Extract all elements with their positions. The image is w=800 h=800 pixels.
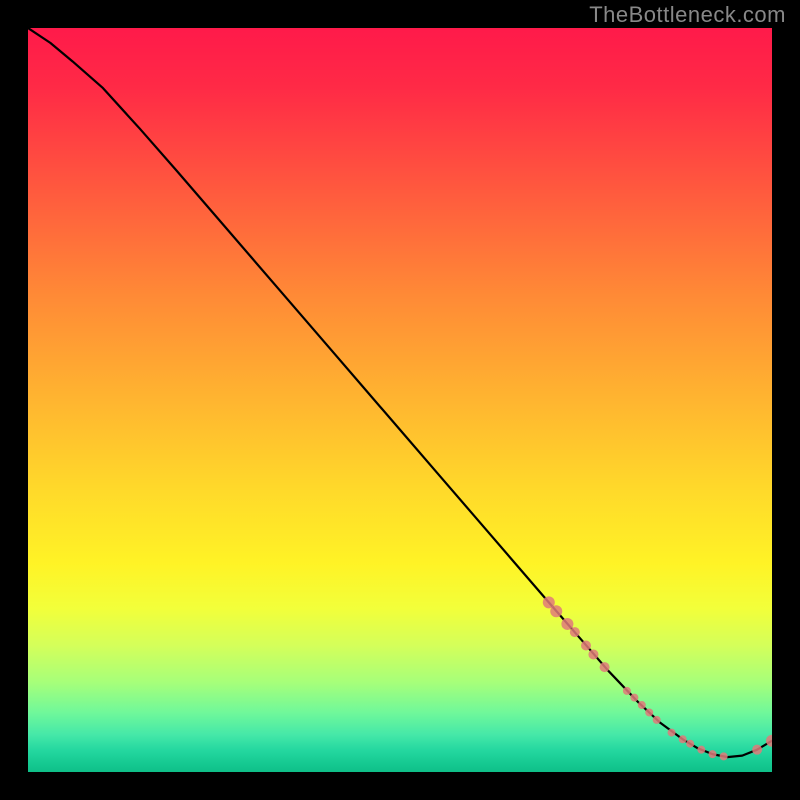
bottleneck-curve [28,28,772,757]
data-marker [679,735,687,743]
data-marker [645,708,653,716]
data-marker [581,641,591,651]
data-marker [668,729,676,737]
data-marker [653,716,661,724]
watermark-text: TheBottleneck.com [589,2,786,28]
data-marker [623,687,631,695]
data-marker [570,627,580,637]
data-marker [708,750,716,758]
chart-svg [28,28,772,772]
data-marker [697,746,705,754]
highlighted-markers [543,596,772,760]
plot-area [28,28,772,772]
data-marker [550,605,562,617]
data-marker [588,649,598,659]
data-marker [638,701,646,709]
data-marker [561,618,573,630]
data-marker [630,694,638,702]
data-marker [720,752,728,760]
data-marker [600,662,610,672]
data-marker [686,740,694,748]
chart-frame: { "watermark": "TheBottleneck.com", "col… [0,0,800,800]
data-marker [752,745,762,755]
